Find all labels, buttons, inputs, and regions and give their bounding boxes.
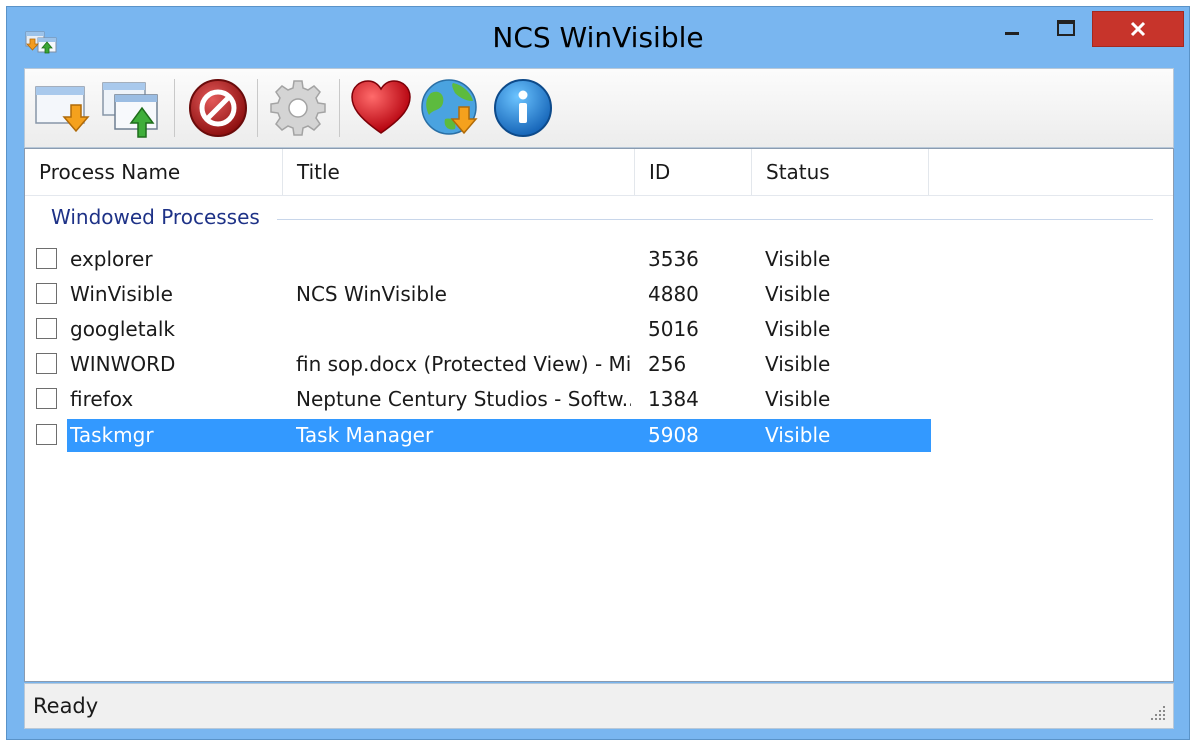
process-id: 1384 bbox=[648, 387, 699, 411]
process-status: Visible bbox=[765, 247, 831, 271]
process-status: Visible bbox=[765, 282, 831, 306]
gear-icon bbox=[270, 80, 326, 136]
update-button[interactable] bbox=[419, 75, 485, 141]
table-row-selected[interactable]: Taskmgr Task Manager 5908 Visible bbox=[25, 419, 1173, 454]
maximize-icon bbox=[1057, 20, 1075, 36]
process-name: googletalk bbox=[70, 317, 175, 341]
app-window: NCS WinVisible Process Name Title ID Sta… bbox=[6, 6, 1190, 740]
heart-icon bbox=[351, 80, 411, 134]
globe-download-icon bbox=[421, 79, 478, 135]
info-icon bbox=[494, 79, 552, 137]
about-button[interactable] bbox=[490, 75, 556, 141]
process-title bbox=[296, 313, 631, 346]
hide-window-button[interactable] bbox=[33, 75, 99, 141]
status-text: Ready bbox=[33, 694, 99, 718]
process-id: 5016 bbox=[648, 317, 699, 341]
table-row[interactable]: firefox Neptune Century Studios - Softw.… bbox=[25, 383, 1173, 418]
settings-button[interactable] bbox=[265, 75, 331, 141]
list-header: Process Name Title ID Status bbox=[25, 149, 1173, 196]
process-id: 4880 bbox=[648, 282, 699, 306]
stop-button[interactable] bbox=[185, 75, 251, 141]
process-status: Visible bbox=[765, 352, 831, 376]
process-name: firefox bbox=[70, 387, 134, 411]
row-checkbox[interactable] bbox=[36, 353, 57, 374]
close-button[interactable] bbox=[1092, 11, 1184, 47]
process-status: Visible bbox=[765, 317, 831, 341]
table-row[interactable]: googletalk 5016 Visible bbox=[25, 313, 1173, 348]
process-status: Visible bbox=[765, 387, 831, 411]
maximize-button[interactable] bbox=[1043, 11, 1089, 47]
process-name: WINWORD bbox=[70, 352, 176, 376]
process-name: explorer bbox=[70, 247, 153, 271]
column-header-process-name[interactable]: Process Name bbox=[25, 149, 283, 195]
window-arrow-down-icon bbox=[35, 86, 90, 133]
toolbar bbox=[24, 68, 1174, 148]
show-window-button[interactable] bbox=[101, 75, 167, 141]
windows-arrow-up-icon bbox=[102, 82, 158, 138]
table-row[interactable]: explorer 3536 Visible bbox=[25, 243, 1173, 278]
table-row[interactable]: WinVisible NCS WinVisible 4880 Visible bbox=[25, 278, 1173, 313]
toolbar-separator bbox=[174, 79, 175, 137]
process-status: Visible bbox=[765, 423, 831, 447]
row-checkbox[interactable] bbox=[36, 388, 57, 409]
process-id: 256 bbox=[648, 352, 687, 376]
group-label: Windowed Processes bbox=[51, 205, 268, 229]
close-icon bbox=[1130, 21, 1146, 37]
process-title: Neptune Century Studios - Softw... bbox=[296, 387, 631, 411]
row-checkbox[interactable] bbox=[36, 424, 57, 445]
status-bar: Ready bbox=[24, 683, 1174, 729]
title-bar[interactable]: NCS WinVisible bbox=[7, 7, 1189, 69]
process-name: Taskmgr bbox=[70, 423, 154, 447]
group-header[interactable]: Windowed Processes bbox=[25, 205, 1173, 235]
process-title: NCS WinVisible bbox=[296, 282, 447, 306]
process-id: 3536 bbox=[648, 247, 699, 271]
process-id: 5908 bbox=[648, 423, 699, 447]
row-checkbox[interactable] bbox=[36, 248, 57, 269]
minimize-icon bbox=[1005, 32, 1019, 35]
column-header-status[interactable]: Status bbox=[752, 149, 929, 195]
process-name: WinVisible bbox=[70, 282, 173, 306]
favorite-button[interactable] bbox=[348, 75, 414, 141]
process-list[interactable]: Process Name Title ID Status Windowed Pr… bbox=[24, 148, 1174, 682]
process-title: fin sop.docx (Protected View) - Mi... bbox=[296, 352, 631, 376]
row-checkbox[interactable] bbox=[36, 283, 57, 304]
resize-grip-icon[interactable] bbox=[1149, 704, 1167, 722]
toolbar-separator bbox=[257, 79, 258, 137]
process-title: Task Manager bbox=[296, 423, 434, 447]
process-title bbox=[296, 243, 631, 276]
column-header-id[interactable]: ID bbox=[635, 149, 752, 195]
toolbar-separator bbox=[339, 79, 340, 137]
row-checkbox[interactable] bbox=[36, 318, 57, 339]
minimize-button[interactable] bbox=[989, 11, 1035, 47]
column-header-title[interactable]: Title bbox=[283, 149, 635, 195]
table-row[interactable]: WINWORD fin sop.docx (Protected View) - … bbox=[25, 348, 1173, 383]
stop-icon bbox=[189, 79, 247, 137]
group-divider bbox=[277, 219, 1153, 220]
